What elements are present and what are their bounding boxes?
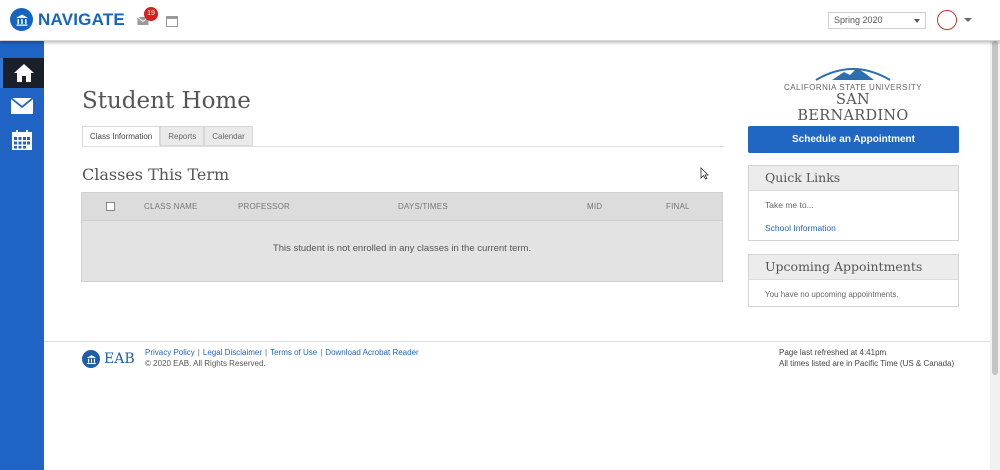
- sidebar-item-calendar[interactable]: [0, 125, 44, 155]
- navigate-logo[interactable]: NAVIGATE: [10, 8, 125, 31]
- column-days-times[interactable]: DAYS/TIMES: [398, 202, 448, 211]
- message-count-badge: 19: [144, 7, 158, 21]
- quick-links-title: Quick Links: [749, 166, 958, 191]
- column-professor[interactable]: PROFESSOR: [238, 202, 290, 211]
- page-scrollbar[interactable]: [990, 41, 1000, 470]
- sidebar-item-home[interactable]: [0, 58, 44, 88]
- footer-separator: |: [197, 348, 200, 357]
- footer-separator: |: [265, 348, 268, 357]
- tab-bar: Class Information Reports Calendar: [82, 126, 253, 146]
- privacy-policy-link[interactable]: Privacy Policy: [145, 348, 195, 357]
- footer-separator: |: [320, 348, 323, 357]
- chevron-down-icon: [914, 19, 920, 23]
- section-title: Classes This Term: [82, 165, 230, 184]
- column-final[interactable]: FINAL: [666, 202, 690, 211]
- sidebar: [0, 41, 44, 470]
- tab-divider: [82, 146, 724, 147]
- top-bar: NAVIGATE 19 Spring 2020: [0, 0, 1000, 41]
- eab-building-icon: [82, 350, 100, 368]
- footer-links: Privacy Policy | Legal Disclaimer | Terms of…: [145, 348, 419, 357]
- refresh-info: Page last refreshed at 4:41pm All times …: [779, 348, 954, 369]
- column-mid[interactable]: MID: [587, 202, 602, 211]
- tab-reports[interactable]: Reports: [160, 126, 205, 146]
- sidebar-item-messages[interactable]: [0, 91, 44, 121]
- university-logo: CALIFORNIA STATE UNIVERSITY SAN BERNARDI…: [782, 64, 924, 124]
- legal-disclaimer-link[interactable]: Legal Disclaimer: [203, 348, 262, 357]
- terms-of-use-link[interactable]: Terms of Use: [270, 348, 317, 357]
- select-all-checkbox[interactable]: [106, 202, 115, 211]
- footer-divider: [44, 341, 990, 342]
- home-icon: [13, 64, 34, 82]
- classes-table: CLASS NAME PROFESSOR DAYS/TIMES MID FINA…: [81, 192, 723, 282]
- page-refreshed-text: Page last refreshed at 4:41pm: [779, 348, 887, 357]
- quick-links-prompt: Take me to...: [765, 200, 814, 210]
- upcoming-appointments-title: Upcoming Appointments: [749, 255, 958, 280]
- timezone-text: All times listed are in Pacific Time (US…: [779, 358, 955, 368]
- column-class-name[interactable]: CLASS NAME: [144, 202, 198, 211]
- scrollbar-thumb[interactable]: [992, 41, 998, 375]
- app-name: NAVIGATE: [38, 9, 125, 29]
- term-select[interactable]: Spring 2020: [828, 12, 926, 29]
- tab-calendar[interactable]: Calendar: [204, 126, 253, 146]
- table-header: CLASS NAME PROFESSOR DAYS/TIMES MID FINA…: [82, 193, 722, 221]
- user-avatar[interactable]: [937, 10, 957, 30]
- user-menu-caret-icon[interactable]: [964, 18, 972, 22]
- quick-links-panel: Quick Links Take me to... School Informa…: [748, 165, 959, 241]
- appointments-empty-message: You have no upcoming appointments.: [765, 290, 899, 299]
- schedule-appointment-button[interactable]: Schedule an Appointment: [748, 126, 959, 153]
- term-select-value: Spring 2020: [834, 15, 883, 25]
- copyright-text: © 2020 EAB. All Rights Reserved.: [145, 359, 266, 368]
- upcoming-appointments-panel: Upcoming Appointments You have no upcomi…: [748, 254, 959, 307]
- mail-icon: [11, 98, 33, 114]
- building-icon: [10, 8, 33, 31]
- school-information-link[interactable]: School Information: [749, 223, 958, 233]
- download-acrobat-link[interactable]: Download Acrobat Reader: [325, 348, 418, 357]
- calendar-icon: [12, 130, 32, 150]
- tab-class-information[interactable]: Class Information: [82, 126, 161, 146]
- mountain-logo-icon: [815, 68, 891, 81]
- table-empty-message: This student is not enrolled in any clas…: [272, 243, 532, 254]
- eab-brand-text: EAB: [104, 351, 135, 367]
- window-icon[interactable]: [166, 14, 178, 32]
- university-name-line2: SAN BERNARDINO: [797, 92, 909, 124]
- eab-logo: EAB: [82, 350, 135, 368]
- page-title: Student Home: [82, 88, 251, 114]
- mouse-cursor-icon: [700, 167, 709, 185]
- university-name-line1: CALIFORNIA STATE UNIVERSITY: [783, 83, 923, 92]
